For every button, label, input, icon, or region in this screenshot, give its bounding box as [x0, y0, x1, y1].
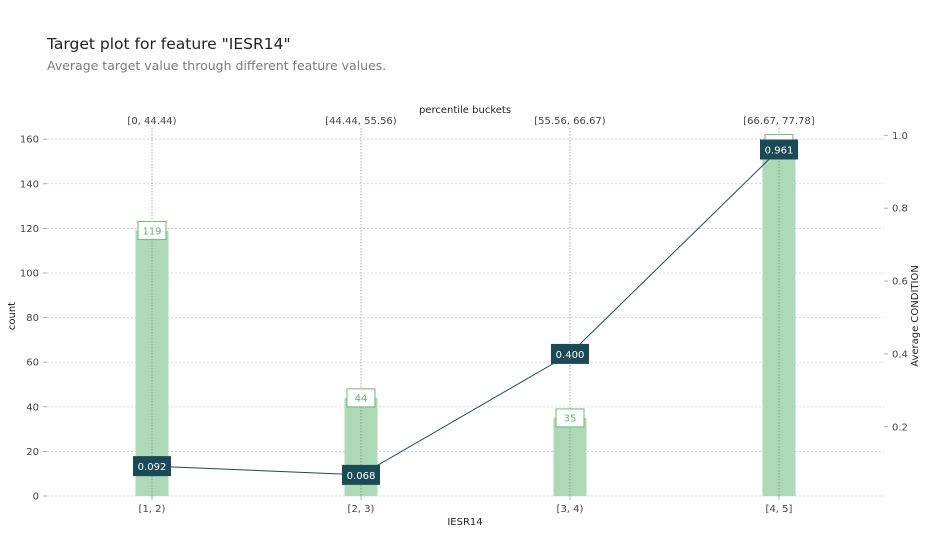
y-tick-label: 160: [20, 135, 39, 146]
y-axis-label: count: [7, 302, 18, 330]
percentile-bucket-label: [66.67, 77.78]: [743, 116, 815, 127]
count-bar: [553, 417, 587, 496]
x-tick-label: [3, 4): [557, 504, 584, 515]
bars-layer: [135, 128, 796, 496]
y-tick-label: 20: [26, 447, 39, 458]
average-label: 0.092: [138, 462, 167, 473]
x-axis-label: IESR14: [447, 517, 482, 528]
x-tick-label: [1, 2): [139, 504, 166, 515]
average-label: 0.400: [556, 350, 585, 361]
average-label: 0.068: [347, 471, 376, 482]
y-tick-label: 80: [26, 313, 39, 324]
x-tick-label: [2, 3): [348, 504, 375, 515]
top-axis-label: percentile buckets: [419, 105, 511, 116]
y-tick-label: 60: [26, 358, 39, 369]
percentile-bucket-label: [55.56, 66.67): [534, 116, 606, 127]
x-tick-label: [4, 5]: [766, 504, 793, 515]
y-tick-label: 100: [20, 268, 39, 279]
y-tick-label: 120: [20, 224, 39, 235]
y2-tick-label: 0.8: [892, 204, 908, 215]
y-tick-label: 40: [26, 402, 39, 413]
line-layer: [149, 146, 782, 478]
y2-tick-label: 1.0: [892, 131, 908, 142]
labels-layer: 119 44 35 0.092 0.068 0.400 0.961: [133, 134, 798, 485]
y-tick-label: 140: [20, 179, 39, 190]
count-label: 35: [564, 414, 577, 425]
percentile-bucket-label: [44.44, 55.56): [325, 116, 397, 127]
grid-layer: [47, 138, 884, 497]
y2-tick-label: 0.4: [892, 349, 908, 360]
target-plot-chart: 119 44 35 0.092 0.068 0.400 0.961 0 20 40 60 80 100…: [7, 105, 921, 528]
y-tick-label: 0: [33, 492, 39, 503]
percentile-bucket-label: [0, 44.44): [127, 116, 176, 127]
average-label: 0.961: [765, 145, 794, 156]
y2-axis-label: Average CONDITION: [910, 265, 921, 367]
count-label: 119: [142, 226, 161, 237]
y2-tick-label: 0.6: [892, 277, 908, 288]
average-condition-line: [151, 149, 780, 476]
y2-tick-label: 0.2: [892, 422, 908, 433]
count-label: 44: [355, 394, 368, 405]
